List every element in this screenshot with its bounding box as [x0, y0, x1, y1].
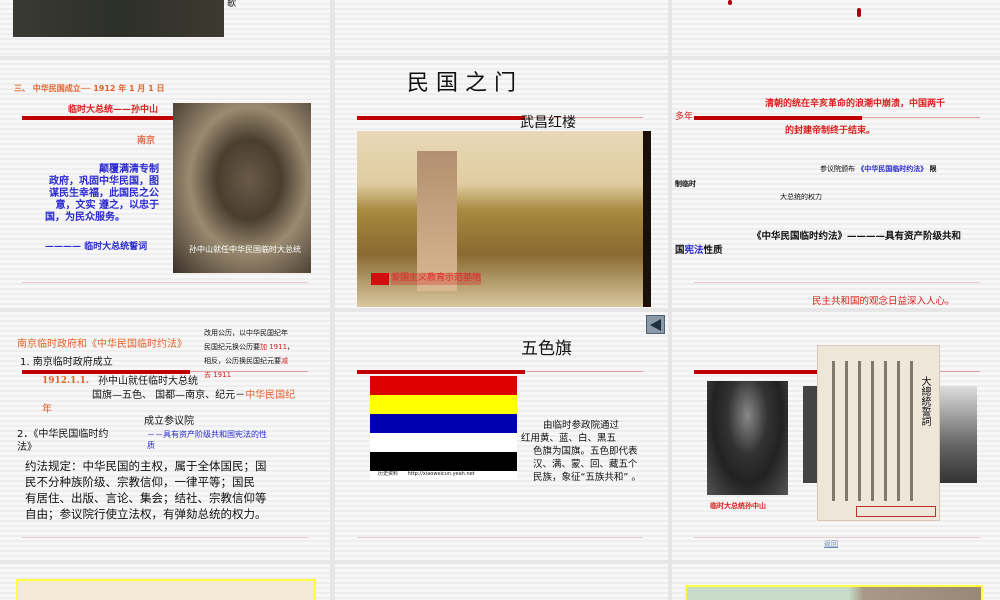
flag-stripe-black	[370, 452, 517, 471]
slide-9-caption: 临时大总统孙中山	[710, 502, 766, 510]
slide-7-item1: 1. 南京临时政府成立	[20, 357, 113, 368]
slide-3-red-mark	[728, 0, 732, 5]
slide-11[interactable]	[335, 564, 668, 600]
title-underline-thin	[525, 371, 643, 372]
slide-5-title: 民 国 之 门	[407, 71, 516, 96]
slide-7-senate: 成立参议院	[144, 416, 194, 427]
back-button[interactable]	[646, 315, 665, 334]
slide-4-oath: 颠覆满清专制 政府，巩固中华民国，图 谋民生幸福，此国民之公 意，文实 遵之，以…	[45, 164, 159, 223]
five-color-flag: 历史资料 http://xiaoweicun.yeah.net	[370, 376, 517, 480]
photo-caption: 孙中山就任中华民国临时大总统	[189, 245, 301, 254]
slide-7-nature: －－具有资产阶级共和国宪法的性质	[147, 430, 267, 450]
flag-stripe-blue	[370, 414, 517, 433]
slide-10-document-image	[16, 579, 316, 600]
slide-2[interactable]	[335, 0, 668, 56]
slide-6-line5: 大总统的权力	[780, 193, 822, 201]
slide-12[interactable]	[672, 564, 1000, 600]
slide-3-red-mark	[857, 8, 861, 17]
slide-1-text-fragment: 歌	[227, 0, 237, 9]
slide-12-photo	[685, 585, 983, 600]
calligraphy-title: 大總統誓詞	[919, 376, 930, 426]
title-underline-thin	[190, 371, 308, 372]
slide-7[interactable]: 南京临时政府和《中华民国临时约法》 改用公历，以中华民国纪年 民国纪元换公历要加…	[0, 312, 330, 560]
slide-7-title: 南京临时政府和《中华民国临时约法》	[17, 339, 187, 350]
statue	[417, 151, 457, 291]
presidential-oath-calligraphy: 大總統誓詞	[817, 345, 940, 521]
slide-4-place: 南京	[137, 136, 156, 146]
flag-stripe-white	[370, 433, 517, 452]
slide-3[interactable]	[672, 0, 1000, 56]
slide-footer-line	[694, 282, 980, 283]
calligraphy-columns	[826, 361, 914, 501]
slide-7-era-end: 年	[42, 404, 52, 415]
slide-6[interactable]: 清朝的统在辛亥革命的浪潮中崩溃，中国两千 多年 的封建帝制终于结束。 参议院颁布…	[672, 60, 1000, 308]
slide-footer-line	[22, 282, 308, 283]
slide-footer-line	[694, 537, 980, 538]
title-underline-thin	[862, 117, 980, 118]
slide-7-item2: 2．《中华民国临时约 法》	[17, 429, 109, 453]
flag-stripe-red	[370, 376, 517, 395]
slide-8-title: 五色旗	[521, 339, 572, 359]
slide-6-line2: 的封建帝制终于结束。	[785, 126, 876, 136]
slide-1-photo	[13, 0, 224, 37]
slide-7-body: 约法规定：中华民国的主权，属于全体国民；国 民不分种族阶级、宗教信仰，一律平等；…	[25, 459, 267, 521]
title-underline	[357, 370, 525, 374]
back-link[interactable]: 返回	[824, 540, 838, 549]
slide-7-note: 改用公历，以中华民国纪年 民国纪元换公历要加 1911， 相反，公历换民国纪元要…	[204, 329, 295, 379]
slide-5[interactable]: 民 国 之 门 武昌红楼 爱国主义教育示范基地	[335, 60, 668, 308]
wuchang-red-building-photo: 爱国主义教育示范基地	[357, 131, 651, 307]
group-photo-right	[940, 386, 977, 483]
slide-8-desc: 由临时参政院通过 红用黄、蓝、白、黑五 色旗为国旗。五色即代表 汉、满、蒙、回、…	[521, 420, 641, 483]
slide-6-line1: 清朝的统在辛亥革命的浪潮中崩溃，中国两千	[765, 99, 946, 109]
slide-7-date: 1912.1.1.	[42, 376, 89, 386]
sun-yatsen-portrait: 孙中山就任中华民国临时大总统	[173, 103, 311, 273]
flag-credit: 历史资料 http://xiaoweicun.yeah.net	[378, 471, 475, 477]
flag-icon	[371, 273, 389, 285]
title-underline	[357, 116, 525, 120]
slide-6-line6: 《中华民国临时约法》————具有资产阶级共和	[752, 231, 962, 242]
slide-7-flag-capital: 国旗—五色、 国都—南京、纪元－中华民国纪	[92, 390, 296, 401]
slide-6-line7: 国宪法性质	[675, 245, 723, 256]
title-underline	[22, 370, 190, 374]
slide-footer-line	[22, 537, 308, 538]
slide-5-subtitle: 武昌红楼	[520, 115, 576, 131]
slide-4-heading: 三、 中华民国成立── 1912 年 1 月 1 日	[14, 84, 165, 93]
slide-6-line1b: 多年	[675, 112, 694, 122]
slide-4-oath-source: ———— 临时大总统誓词	[45, 242, 148, 252]
group-photo-left	[803, 386, 817, 483]
slide-4-subtitle: 临时大总统——孙中山	[68, 105, 159, 115]
title-underline	[694, 116, 862, 120]
slide-6-line3: 参议院颁布 《中华民国临时约法》 限	[820, 165, 937, 173]
photo-caption: 爱国主义教育示范基地	[391, 273, 482, 285]
slide-footer-line	[357, 537, 643, 538]
slide-7-event: 孙中山就任临时大总统	[98, 376, 198, 387]
seal-stamp	[856, 506, 936, 517]
slide-9[interactable]: 大總統誓詞 临时大总统孙中山 返回	[672, 312, 1000, 560]
slide-6-line8: 民主共和国的观念日益深入人心。	[812, 296, 955, 307]
sun-yatsen-photo	[707, 381, 788, 495]
flag-stripe-yellow	[370, 395, 517, 414]
triangle-left-icon	[650, 318, 661, 331]
slide-4[interactable]: 三、 中华民国成立── 1912 年 1 月 1 日 临时大总统——孙中山 南京…	[0, 60, 330, 308]
slide-10[interactable]	[0, 564, 330, 600]
slide-6-line4: 制临时	[675, 180, 696, 188]
slide-8[interactable]: 五色旗 历史资料 http://xiaoweicun.yeah.net 由临时参…	[335, 312, 668, 560]
slide-1[interactable]: 歌	[0, 0, 330, 56]
